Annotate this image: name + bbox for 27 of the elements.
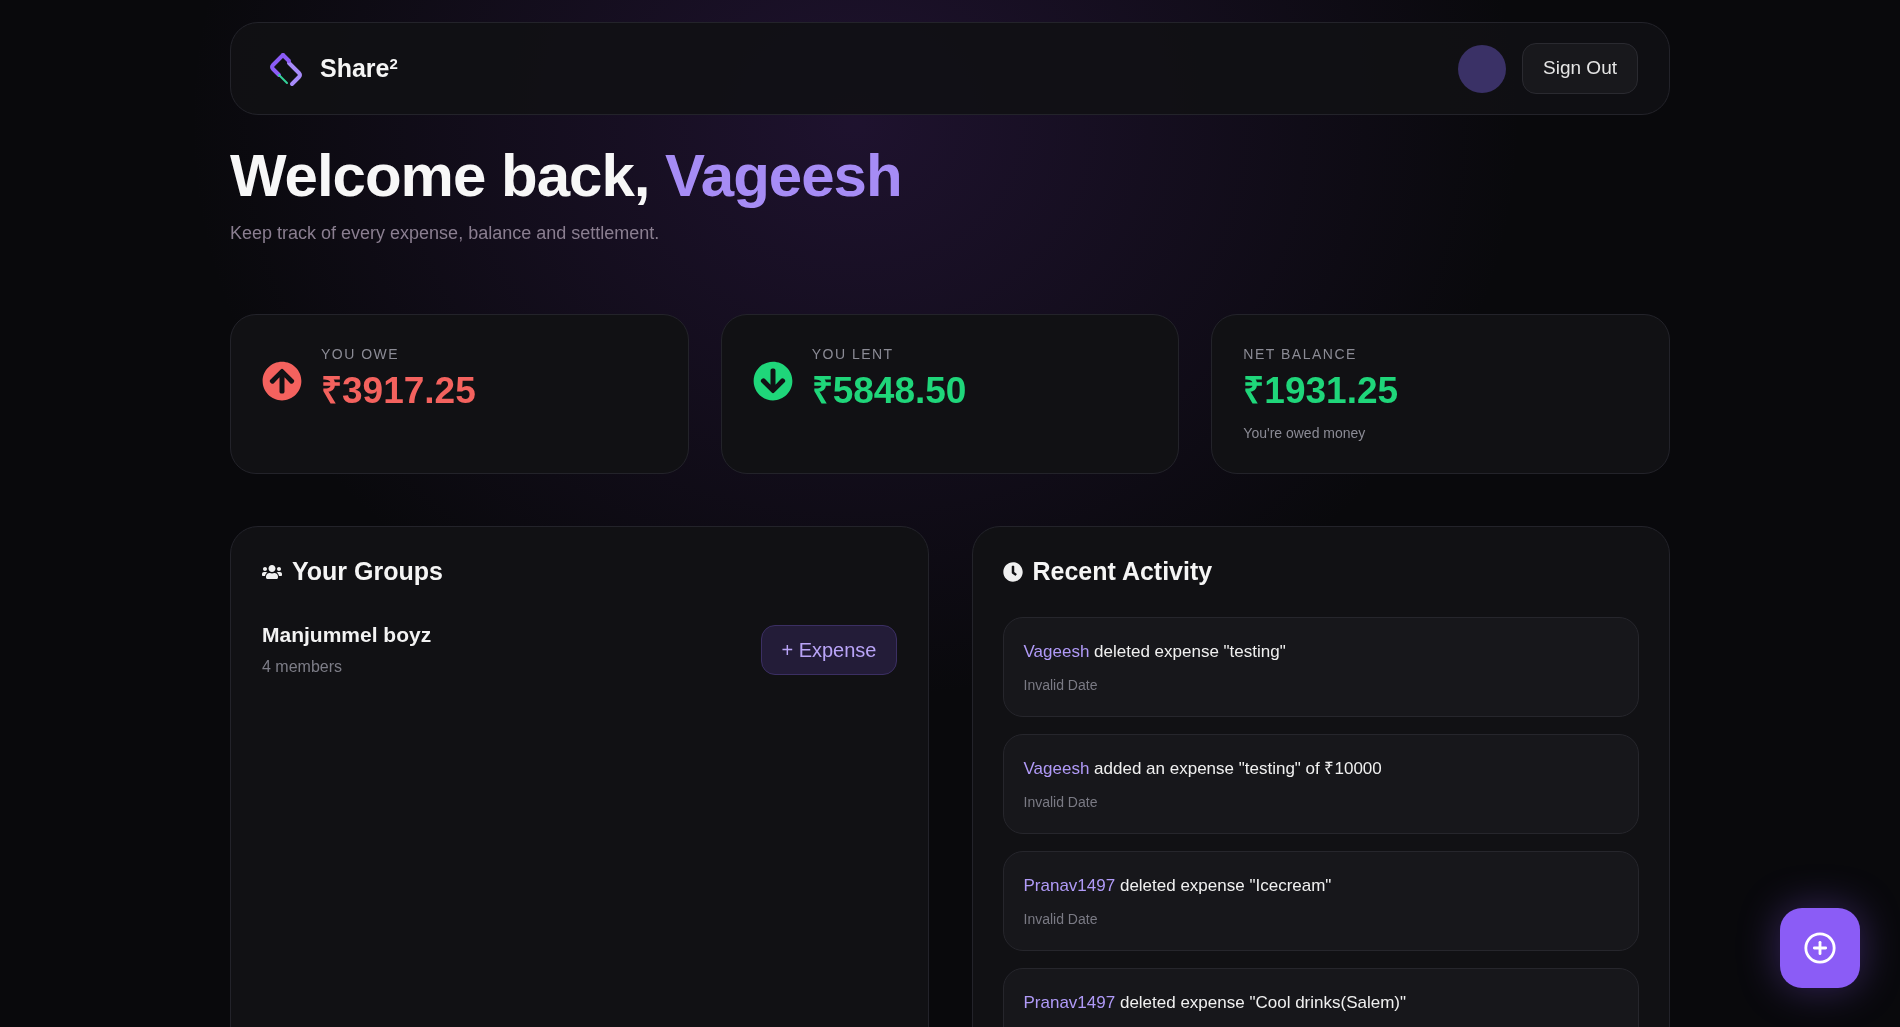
stat-label: YOU LENT bbox=[811, 345, 895, 363]
activity-text: Pranav1497 deleted expense "Cool drinks(Salem)" bbox=[1023, 991, 1408, 1014]
sign-out-button[interactable]: Sign Out bbox=[1522, 43, 1638, 94]
activity-text: Pranav1497 deleted expense "Icecream" bbox=[1023, 874, 1333, 897]
stat-amount: ₹3917.25 bbox=[321, 369, 476, 413]
activity-date: Invalid Date bbox=[1023, 909, 1099, 929]
group-name[interactable]: Manjummel boyz bbox=[262, 620, 432, 649]
group-members: 4 members bbox=[262, 656, 344, 677]
logo-icon bbox=[268, 50, 304, 87]
brand-name: Share$^{2}$ bbox=[320, 52, 398, 84]
welcome-heading: Welcome back, Vageesh bbox=[230, 141, 903, 210]
stat-amount: ₹5848.50 bbox=[811, 369, 967, 413]
clock-icon bbox=[1002, 561, 1023, 582]
stat-label: NET BALANCE bbox=[1243, 345, 1358, 363]
plus-circle-icon bbox=[1803, 931, 1837, 965]
activity-text: Vageesh added an expense "testing" of ₹10000 bbox=[1023, 757, 1383, 780]
activity-date: Invalid Date bbox=[1023, 792, 1099, 812]
activity-text: Vageesh deleted expense "testing" bbox=[1023, 640, 1287, 663]
stat-label: YOU OWE bbox=[321, 345, 401, 363]
groups-title: Your Groups bbox=[292, 556, 443, 587]
add-expense-button[interactable]: + Expense bbox=[761, 624, 897, 675]
add-button[interactable] bbox=[1780, 908, 1860, 988]
welcome-subtitle: Keep track of every expense, balance and settlement. bbox=[230, 222, 661, 245]
stat-note: You're owed money bbox=[1243, 424, 1367, 443]
activity-title: Recent Activity bbox=[1032, 556, 1213, 587]
stat-amount: ₹1931.25 bbox=[1243, 369, 1399, 413]
activity-date: Invalid Date bbox=[1023, 675, 1099, 695]
